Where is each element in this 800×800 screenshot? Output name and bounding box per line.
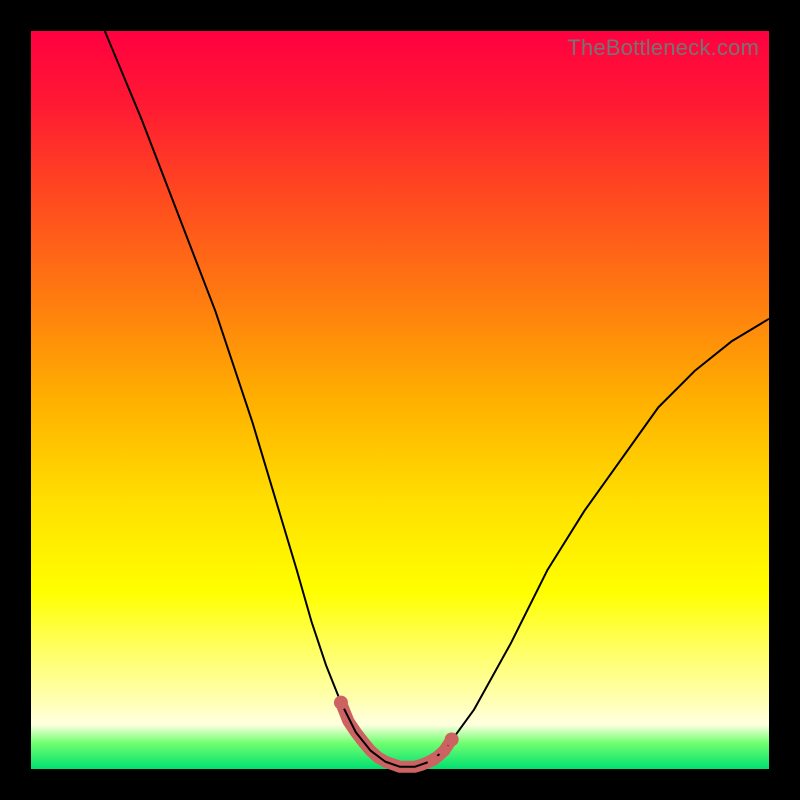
chart-frame: TheBottleneck.com — [0, 0, 800, 800]
red-dot-mid1 — [427, 754, 439, 766]
chart-plot-area: TheBottleneck.com — [31, 31, 769, 769]
chart-curves-svg — [31, 31, 769, 769]
red-dot-left — [334, 696, 348, 710]
red-dot-mid2 — [438, 745, 450, 757]
red-dot-right — [445, 732, 459, 746]
bottleneck-curve-black — [105, 31, 769, 767]
